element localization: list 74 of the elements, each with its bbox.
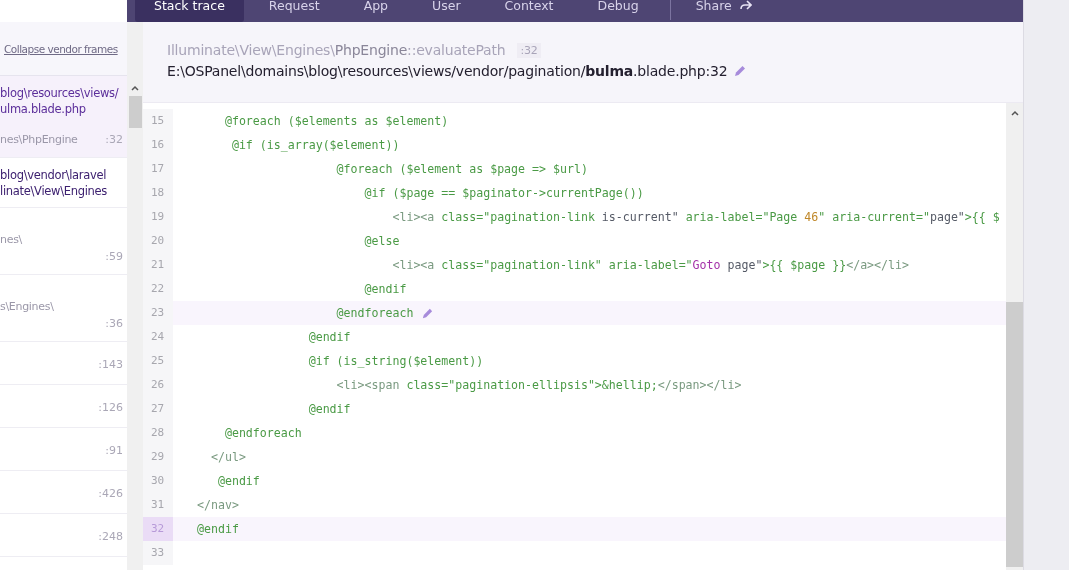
stack-frame[interactable]: blog\resources\views/ ulma.blade.php nes\PhpEngine :32	[0, 76, 127, 158]
frame-line-number: :59	[105, 249, 123, 265]
frame-class: nes\PhpEngine	[0, 132, 78, 148]
code-line: <li><a class="pagination-link is-current" aria-label="Page 46" aria-current="page">{{ $	[391, 209, 1001, 226]
line-number: 22	[143, 277, 173, 301]
code-line: @if ($page == $paginator->currentPage())	[363, 185, 645, 202]
line-number: 27	[143, 397, 173, 421]
frame-line-number: :126	[98, 400, 123, 416]
frame-file-path: blog\resources\views/	[0, 85, 120, 101]
code-line: @endforeach	[223, 425, 303, 442]
line-number: 21	[143, 253, 173, 277]
share-button[interactable]: Share	[676, 0, 771, 22]
collapse-vendor-frames-link[interactable]: Collapse vendor frames	[4, 42, 118, 55]
code-line: @endif	[363, 281, 408, 298]
frame-line-number: :143	[98, 357, 123, 373]
line-number: 29	[143, 445, 173, 469]
frame-line-number: :91	[105, 443, 123, 459]
line-number: 33	[143, 541, 173, 565]
frame-line-number: :248	[98, 529, 123, 545]
share-icon	[739, 0, 752, 10]
line-number: 23	[143, 301, 173, 325]
scroll-up-icon[interactable]	[130, 84, 140, 92]
line-number: 15	[143, 109, 173, 133]
tab[interactable]: Debug	[578, 0, 658, 22]
code-line: <li><a class="pagination-link" aria-label="Goto page">{{ $page }}</a></li>	[391, 257, 910, 274]
line-number-badge: :32	[517, 42, 541, 58]
scrollbar[interactable]	[127, 22, 143, 570]
line-number: 25	[143, 349, 173, 373]
tab[interactable]: Request	[249, 0, 339, 22]
line-number: 32	[143, 517, 173, 541]
scroll-up-icon[interactable]	[1009, 109, 1020, 117]
file-path: E:\OSPanel\domains\blog\resources\views/vendor/pagination/bulma.blade.php:32	[167, 63, 728, 79]
code-line: @endif	[196, 521, 240, 538]
line-number: 24	[143, 325, 173, 349]
code-line: @endif	[307, 401, 352, 418]
line-number: 30	[143, 469, 173, 493]
frame-namespace: Illuminate\View\Engines\	[167, 42, 335, 58]
code-line: </nav>	[196, 497, 240, 514]
line-number: 28	[143, 421, 173, 445]
code-line: <li><span class="pagination-ellipsis">&hellip;</span></li>	[335, 377, 743, 394]
scrollbar[interactable]	[1006, 103, 1023, 570]
code-line: @foreach ($elements as $element)	[223, 113, 450, 130]
tab[interactable]: Stack trace	[135, 0, 244, 22]
scrollbar-thumb[interactable]	[128, 96, 142, 128]
frame-method: ::evaluatePath	[407, 42, 506, 58]
line-number: 20	[143, 229, 173, 253]
frame-line-number: :426	[98, 486, 123, 502]
tab[interactable]: App	[344, 0, 408, 22]
code-line: @if (is_array($element))	[230, 137, 401, 154]
frame-line-number: :32	[105, 132, 123, 148]
code-line: @endif	[216, 473, 261, 490]
line-number: 16	[143, 133, 173, 157]
frame-class: s\Engines\	[0, 299, 55, 315]
line-number: 18	[143, 181, 173, 205]
pencil-icon[interactable]	[421, 306, 435, 320]
frame-class-name: PhpEngine	[334, 42, 408, 58]
code-line: </ul>	[209, 449, 247, 466]
frame-line-number: :36	[105, 316, 123, 332]
tab[interactable]: User	[413, 0, 480, 22]
frame-file-path: linate\View\Engines	[0, 183, 109, 199]
line-number: 31	[143, 493, 173, 517]
code-line: @if (is_string($element))	[307, 353, 485, 370]
frame-file-path: ulma.blade.php	[0, 101, 87, 117]
scrollbar-thumb[interactable]	[1006, 302, 1023, 567]
line-number: 17	[143, 157, 173, 181]
tab[interactable]: Context	[485, 0, 573, 22]
code-line: @endif	[307, 329, 352, 346]
code-line: @else	[363, 233, 401, 250]
frame-file-path: blog\vendor\laravel	[0, 167, 108, 183]
pencil-icon[interactable]	[733, 64, 748, 78]
frame-class: nes\	[0, 232, 23, 248]
line-number: 19	[143, 205, 173, 229]
line-number: 26	[143, 373, 173, 397]
code-line: @foreach ($element as $page => $url)	[335, 161, 589, 178]
